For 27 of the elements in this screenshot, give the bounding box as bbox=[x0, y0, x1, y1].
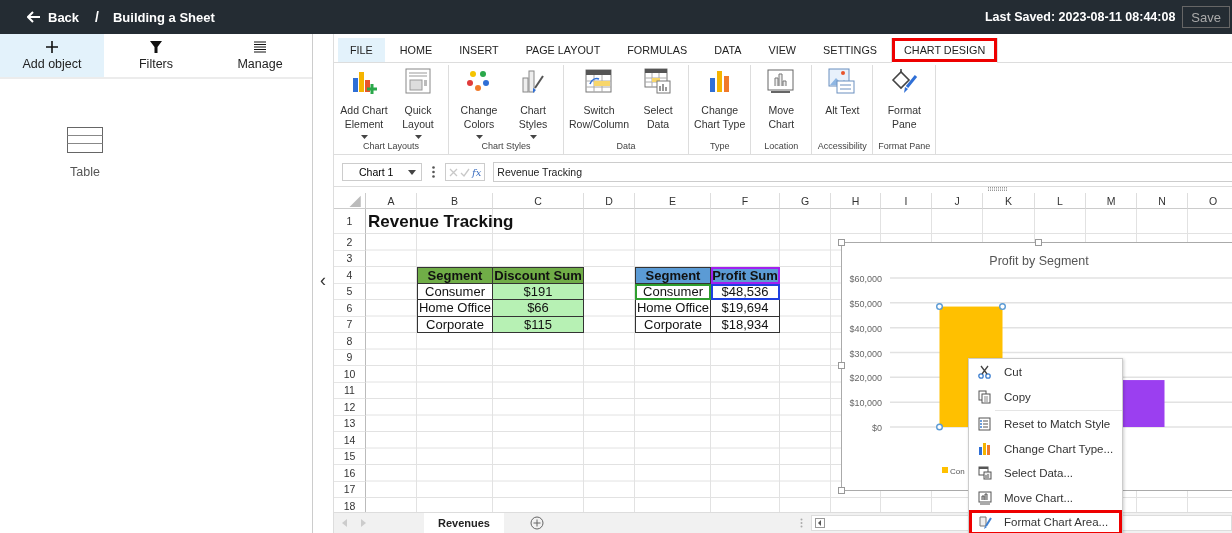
table-cell: Home Office bbox=[635, 300, 711, 317]
header-cell: Discount Sum bbox=[493, 267, 584, 284]
page-title: Building a Sheet bbox=[112, 9, 215, 25]
header-cell: Segment bbox=[635, 267, 711, 284]
axis-label: $40,000 bbox=[849, 323, 882, 334]
chart-title: Profit by Segment bbox=[989, 254, 1089, 268]
table-cell: $66 bbox=[493, 300, 584, 317]
group-label: Chart Layouts bbox=[363, 141, 419, 153]
table-cell: Home Office bbox=[417, 300, 493, 317]
group-label: Chart Styles bbox=[481, 141, 531, 153]
axis-label: $10,000 bbox=[849, 398, 882, 409]
group-label: Format Pane bbox=[878, 141, 931, 153]
axis-label: $50,000 bbox=[849, 298, 882, 309]
group-label: Type bbox=[709, 141, 730, 153]
table-cell: $19,694 bbox=[711, 300, 780, 317]
group-label: Data bbox=[616, 141, 636, 153]
header-cell: Segment bbox=[417, 267, 493, 284]
breadcrumb-separator: / bbox=[95, 9, 99, 25]
last-saved-text: Last Saved: 2023-08-11 08:44:08 bbox=[984, 10, 1176, 24]
axis-label: $20,000 bbox=[849, 373, 882, 384]
axis-label: $60,000 bbox=[849, 274, 882, 284]
sheet-title: Revenue Tracking bbox=[367, 210, 515, 233]
axis-label: $30,000 bbox=[849, 348, 882, 359]
group-label: Accessibility bbox=[817, 141, 867, 153]
legend-label: Con bbox=[950, 467, 965, 476]
axis-label: $0 bbox=[872, 423, 882, 433]
group-label: Location bbox=[764, 141, 799, 153]
